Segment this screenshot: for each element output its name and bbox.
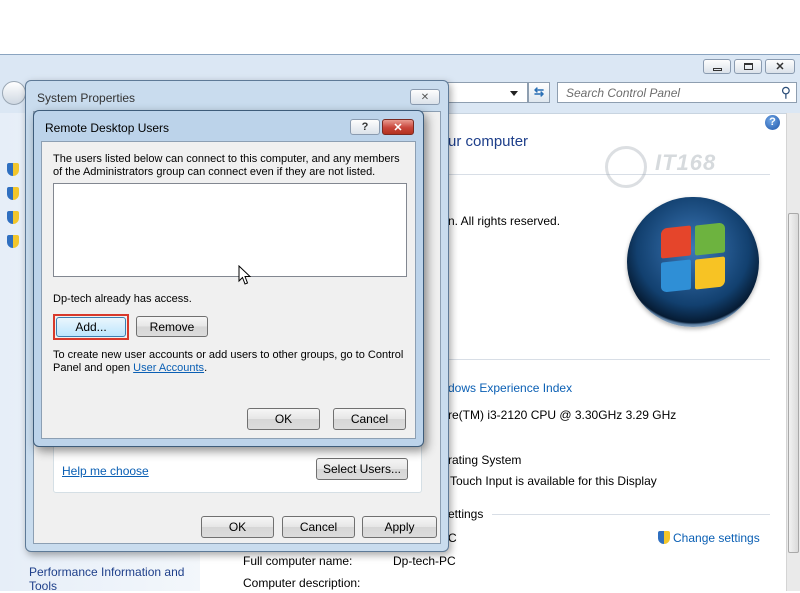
refresh-icon: ⇆ (533, 85, 545, 99)
search-icon: ⚲ (780, 84, 791, 100)
it168-watermark: IT168 (605, 138, 775, 193)
rdu-footer-label: To create new user accounts or add users… (53, 349, 404, 374)
mouse-cursor-icon (238, 265, 252, 285)
apply-button[interactable]: Apply (362, 516, 437, 538)
copyright-text: n. All rights reserved. (448, 214, 561, 228)
users-listbox[interactable] (53, 183, 407, 277)
search-input-placeholder: Search Control Panel (566, 86, 681, 100)
help-me-choose-link[interactable]: Help me choose (62, 464, 149, 478)
maximize-button[interactable] (734, 59, 762, 74)
rdu-ok-button[interactable]: OK (247, 408, 320, 430)
system-properties-title: System Properties (37, 91, 136, 105)
section-divider (448, 359, 770, 360)
system-type-value: rating System (448, 453, 522, 467)
select-users-button[interactable]: Select Users... (316, 458, 408, 480)
rdu-title: Remote Desktop Users (45, 121, 170, 135)
windows-logo (627, 197, 759, 327)
shield-icon (7, 235, 19, 248)
remote-desktop-users-dialog: Remote Desktop Users ? ✕ The users liste… (33, 110, 424, 447)
rdu-client: The users listed below can connect to th… (41, 141, 416, 439)
change-settings-link[interactable]: Change settings (673, 531, 760, 545)
remove-button[interactable]: Remove (136, 316, 208, 337)
scrollbar-thumb[interactable] (788, 213, 799, 553)
help-icon: ? (361, 121, 369, 133)
close-icon: ✕ (420, 91, 430, 103)
rdu-close-button[interactable]: ✕ (382, 119, 414, 135)
rdu-help-button[interactable]: ? (350, 119, 380, 135)
shield-icon (7, 187, 19, 200)
windows-experience-index-link[interactable]: dows Experience Index (448, 381, 572, 395)
close-icon: ✕ (393, 121, 403, 134)
access-note: Dp-tech already has access. (53, 293, 192, 305)
page-heading: ur computer (448, 133, 529, 150)
restore-icon (743, 63, 753, 70)
cancel-button[interactable]: Cancel (282, 516, 355, 538)
performance-info-link[interactable]: Performance Information and Tools (29, 565, 199, 593)
settings-divider (492, 514, 770, 515)
computer-name-partial: C (448, 531, 457, 545)
watermark-text: IT168 (655, 150, 717, 175)
address-dropdown-icon[interactable] (510, 91, 518, 96)
rdu-description: The users listed below can connect to th… (53, 153, 400, 178)
minimize-icon (712, 67, 722, 71)
search-box[interactable]: Search Control Panel ⚲ (557, 82, 797, 103)
refresh-button[interactable]: ⇆ (528, 82, 550, 103)
shield-icon (7, 211, 19, 224)
system-properties-close-button[interactable]: ✕ (410, 89, 440, 105)
full-computer-name-value: Dp-tech-PC (393, 554, 456, 568)
scrollbar[interactable] (786, 113, 800, 591)
help-icon[interactable]: ? (765, 115, 780, 130)
add-button[interactable]: Add... (56, 317, 126, 337)
rdu-footer-period: . (204, 362, 208, 374)
pen-touch-value: Touch Input is available for this Displa… (450, 474, 657, 488)
back-button[interactable] (2, 81, 26, 105)
shield-icon (658, 531, 670, 544)
close-button[interactable]: ✕ (765, 59, 795, 74)
shield-icon (7, 163, 19, 176)
computer-description-label: Computer description: (243, 576, 361, 590)
close-icon: ✕ (775, 61, 785, 73)
full-computer-name-label: Full computer name: (243, 554, 353, 568)
computer-settings-heading: ettings (448, 507, 484, 521)
processor-value: re(TM) i3-2120 CPU @ 3.30GHz 3.29 GHz (448, 408, 677, 422)
user-accounts-link[interactable]: User Accounts (133, 362, 204, 374)
rdu-cancel-button[interactable]: Cancel (333, 408, 406, 430)
ok-button[interactable]: OK (201, 516, 274, 538)
rdu-footer-text: To create new user accounts or add users… (53, 349, 411, 375)
minimize-button[interactable] (703, 59, 731, 74)
